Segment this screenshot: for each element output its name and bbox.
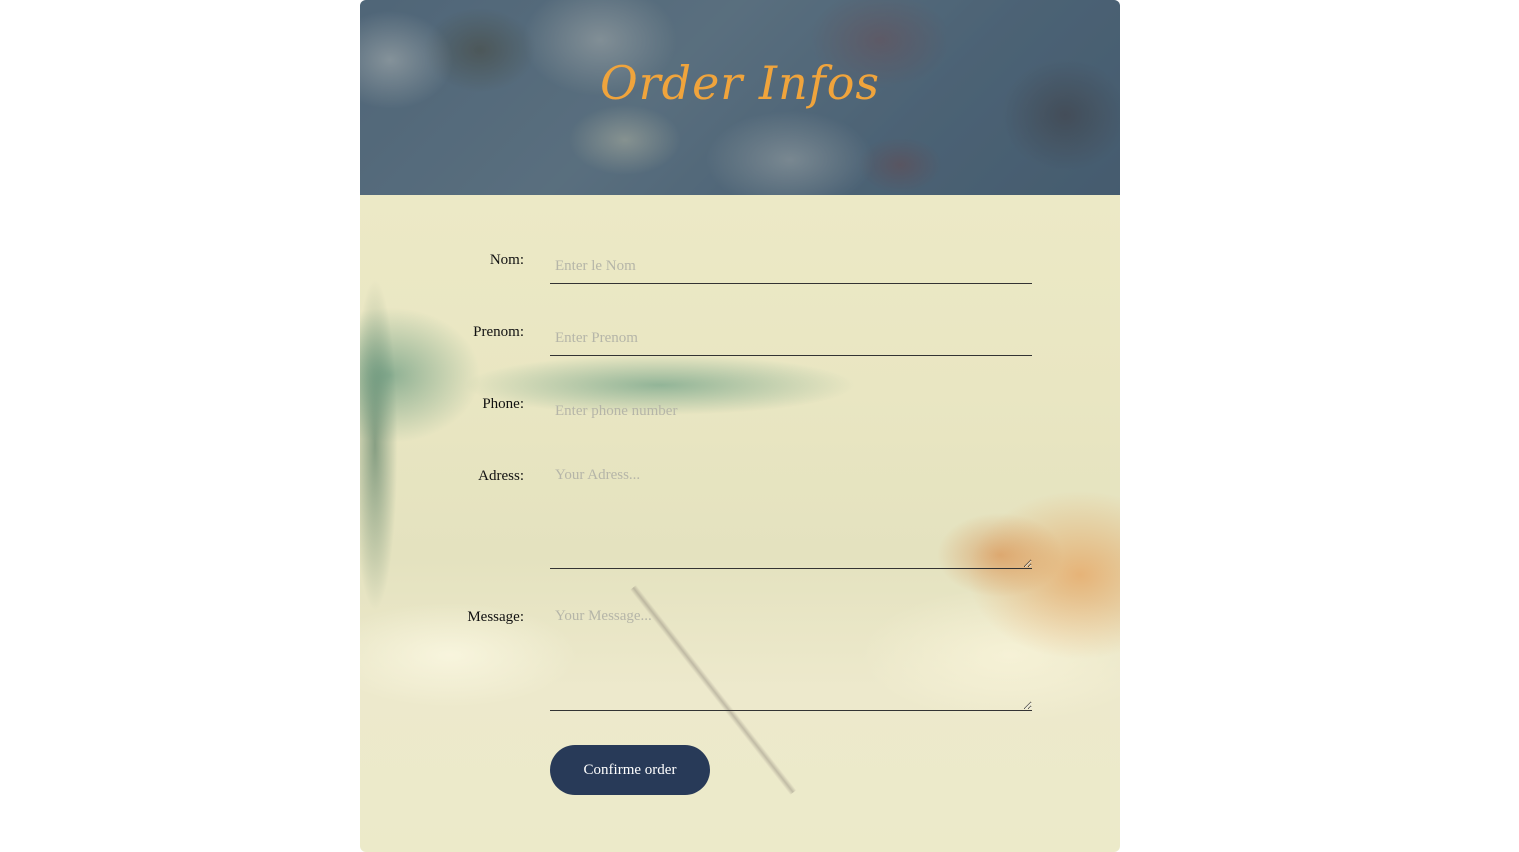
page-title: Order Infos	[599, 56, 881, 110]
prenom-label: Prenom:	[473, 324, 524, 340]
form-area: Nom: Prenom: Phone: Adress: Message: Con…	[360, 195, 1120, 852]
header-banner: Order Infos	[360, 0, 1120, 195]
adress-label: Adress:	[478, 468, 524, 484]
nom-label: Nom:	[489, 252, 524, 268]
confirm-order-button[interactable]: Confirme order	[550, 745, 710, 795]
order-form-card: Order Infos Nom: Prenom: Phone: Adress: …	[360, 0, 1120, 852]
phone-label: Phone:	[482, 396, 524, 412]
adress-textarea[interactable]	[550, 467, 1032, 569]
message-label: Message:	[467, 609, 524, 625]
message-textarea[interactable]	[550, 608, 1032, 711]
nom-input[interactable]	[550, 250, 1032, 284]
phone-input[interactable]	[550, 394, 1032, 428]
prenom-input[interactable]	[550, 322, 1032, 356]
